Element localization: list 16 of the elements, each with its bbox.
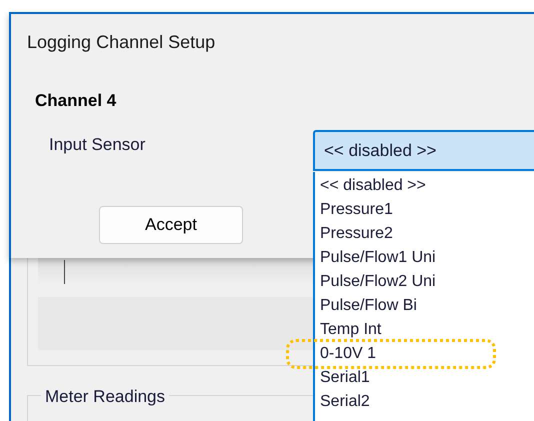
field-label: Input Sensor [49,135,146,154]
channel-heading: Channel 4 [35,91,116,110]
dropdown-item[interactable]: << disabled >> [315,174,534,198]
dropdown-item[interactable]: Serial1 [315,366,534,390]
dropdown-item[interactable]: Pulse/Flow Bi [315,294,534,318]
dropdown-item[interactable]: Serial2 [315,390,534,414]
dropdown-item[interactable]: Pulse/Flow2 Uni [315,270,534,294]
window-title: Logging Channel Setup [27,30,216,54]
accept-button[interactable]: Accept [99,206,243,244]
sensor-combo-box[interactable]: << disabled >> [313,130,534,171]
dropdown-item[interactable]: Pressure1 [315,198,534,222]
dropdown-item[interactable]: Temp Int [315,318,534,342]
dropdown-item[interactable]: Pulse/Flow1 Uni [315,246,534,270]
text-cursor [64,260,65,284]
dropdown-item[interactable]: Pressure2 [315,222,534,246]
dropdown-item[interactable]: 0-10V 1 [315,342,534,366]
